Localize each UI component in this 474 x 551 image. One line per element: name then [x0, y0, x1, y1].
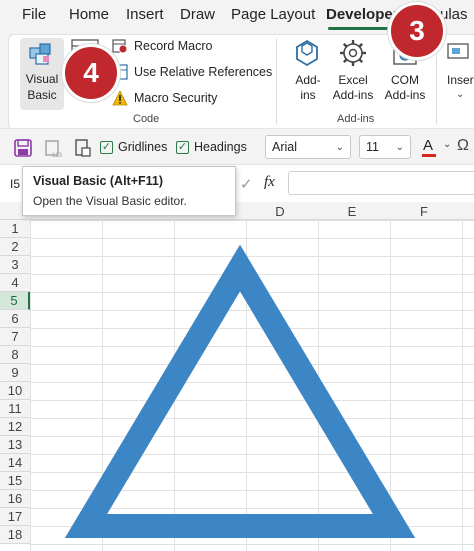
row-header[interactable]: 15	[0, 472, 30, 490]
step-badge-4: 4	[62, 44, 120, 102]
insert-function-icon[interactable]: fx	[264, 174, 275, 191]
row-header[interactable]: 4	[0, 274, 30, 292]
record-macro-icon	[112, 39, 128, 54]
svg-text:123: 123	[52, 153, 62, 158]
tab-draw[interactable]: Draw	[180, 6, 215, 23]
gridlines-checkbox[interactable]: ✓ Gridlines	[100, 140, 167, 154]
macro-security-button[interactable]: Macro Security	[112, 88, 217, 108]
chevron-down-icon: ⌄	[335, 141, 344, 153]
addins-icon	[296, 39, 318, 67]
row-header[interactable]: 6	[0, 310, 30, 328]
row-header[interactable]: 18	[0, 526, 30, 544]
tab-developer[interactable]: Developer	[326, 6, 399, 23]
tab-home[interactable]: Home	[69, 6, 109, 23]
name-box[interactable]: I5	[10, 177, 20, 191]
tab-page-layout[interactable]: Page Layout	[231, 6, 315, 23]
font-size-select[interactable]: 11 ⌄	[359, 135, 411, 159]
confirm-icon[interactable]: ✓	[240, 175, 253, 193]
row-header[interactable]: 11	[0, 400, 30, 418]
record-macro-label: Record Macro	[134, 39, 213, 53]
column-header-f[interactable]: F	[390, 204, 458, 220]
step-badge-3: 3	[388, 2, 446, 60]
formula-input[interactable]	[288, 171, 474, 195]
tab-file[interactable]: File	[22, 6, 46, 23]
font-color-button[interactable]: A	[420, 137, 442, 159]
row-header[interactable]: 13	[0, 436, 30, 454]
warning-icon	[112, 90, 128, 106]
macro-security-label: Macro Security	[134, 91, 218, 105]
chevron-down-icon: ⌄	[395, 141, 404, 153]
tooltip-description: Open the Visual Basic editor.	[33, 194, 187, 208]
com-addins-label-1: COM	[391, 73, 419, 87]
omega-icon[interactable]: Ω	[457, 137, 469, 155]
sheet-grid[interactable]	[30, 220, 474, 551]
clipboard-icon[interactable]: 123	[44, 138, 62, 158]
row-header[interactable]: 2	[0, 238, 30, 256]
check-icon: ✓	[100, 140, 113, 154]
row-header[interactable]: 9	[0, 364, 30, 382]
insert-controls-label: Insert	[447, 73, 474, 87]
visual-basic-label-2: Basic	[27, 88, 57, 102]
visual-basic-label-1: Visual	[25, 72, 59, 86]
com-addins-label-2: Add-ins	[384, 88, 426, 102]
row-header[interactable]: 8	[0, 346, 30, 364]
insert-controls-icon	[447, 43, 469, 59]
addins-label-1: Add-	[295, 73, 321, 87]
row-header[interactable]: 7	[0, 328, 30, 346]
row-header[interactable]: 17	[0, 508, 30, 526]
view-toolbar: 123 ✓ Gridlines ✓ Headings Arial ⌄ 11 ⌄ …	[0, 128, 474, 164]
row-header[interactable]: 14	[0, 454, 30, 472]
headings-checkbox[interactable]: ✓ Headings	[176, 140, 247, 154]
chevron-down-icon: ⌄	[456, 89, 465, 100]
check-icon: ✓	[176, 140, 189, 154]
visual-basic-icon	[29, 43, 51, 65]
save-icon[interactable]	[14, 139, 32, 157]
row-header[interactable]: 1	[0, 220, 30, 238]
addins-group-label: Add-ins	[337, 113, 375, 125]
column-header-e[interactable]: E	[318, 204, 386, 220]
relative-references-label: Use Relative References	[134, 65, 273, 79]
row-header[interactable]: 16	[0, 490, 30, 508]
group-divider	[276, 38, 277, 124]
gridlines-label: Gridlines	[118, 140, 168, 154]
excel-addins-label-1: Excel	[338, 73, 368, 87]
row-header[interactable]: 10	[0, 382, 30, 400]
font-name-value: Arial	[272, 140, 298, 154]
record-macro-button[interactable]: Record Macro	[112, 36, 213, 56]
font-color-icon: A	[423, 137, 434, 154]
excel-addins-label-2: Add-ins	[332, 88, 374, 102]
row-header-selected[interactable]: 5	[0, 292, 30, 310]
visual-basic-tooltip: Visual Basic (Alt+F11) Open the Visual B…	[22, 166, 236, 216]
relative-references-button[interactable]: Use Relative References	[112, 62, 272, 82]
gear-icon	[340, 40, 366, 66]
font-size-value: 11	[366, 140, 379, 154]
tab-insert[interactable]: Insert	[126, 6, 164, 23]
code-group-label: Code	[133, 113, 160, 125]
tooltip-title: Visual Basic (Alt+F11)	[33, 174, 164, 188]
row-header[interactable]: 3	[0, 256, 30, 274]
headings-label: Headings	[194, 140, 247, 154]
document-icon[interactable]	[74, 138, 92, 158]
font-name-select[interactable]: Arial ⌄	[265, 135, 351, 159]
addins-label-2: ins	[300, 88, 316, 102]
column-header-d[interactable]: D	[246, 204, 314, 220]
font-color-swatch	[422, 154, 436, 157]
chevron-down-icon[interactable]: ⌄	[443, 139, 451, 150]
row-header[interactable]: 12	[0, 418, 30, 436]
